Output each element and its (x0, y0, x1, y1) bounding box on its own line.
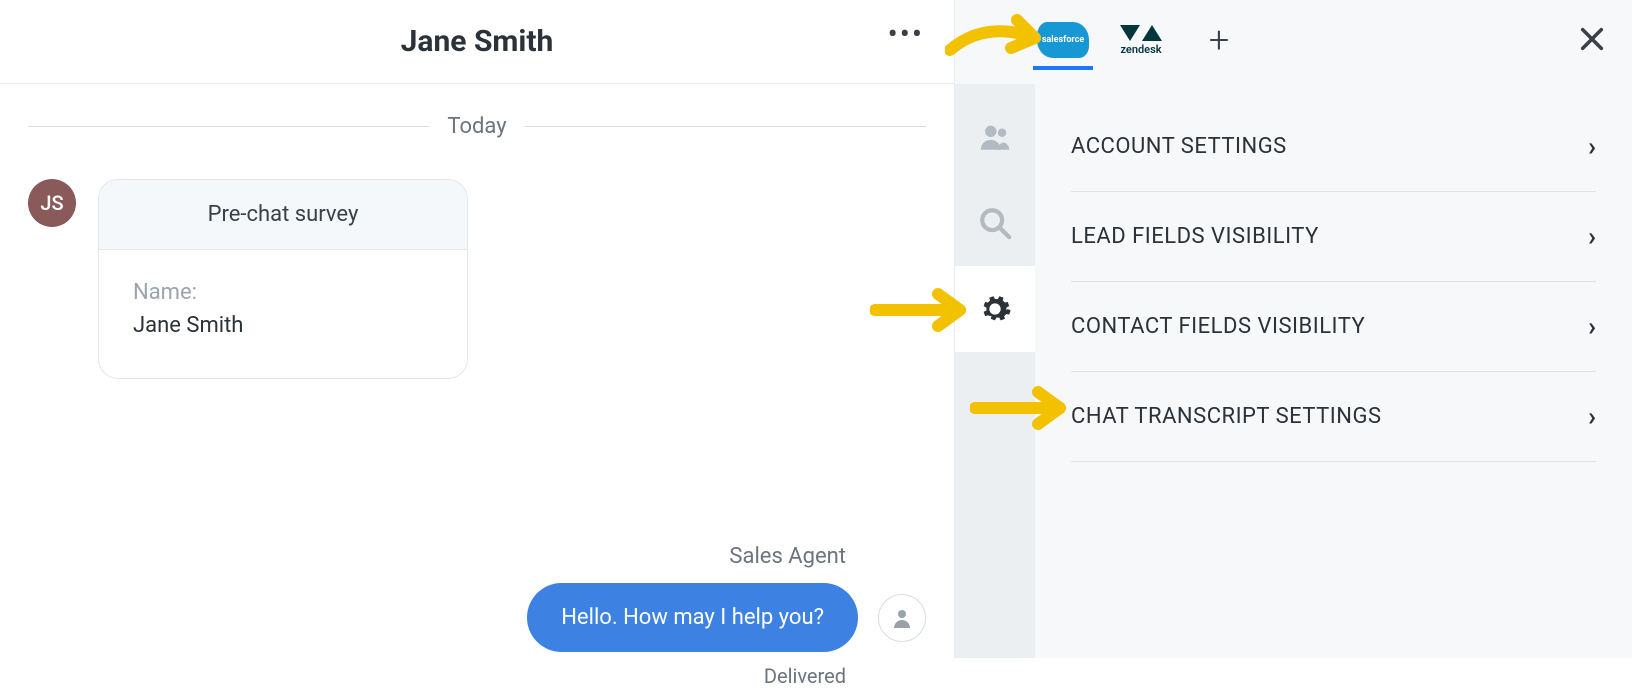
tab-salesforce[interactable]: salesforce (1033, 14, 1093, 70)
chat-body: Today JS Pre-chat survey Name: Jane Smit… (0, 84, 954, 658)
settings-label: ACCOUNT SETTINGS (1071, 134, 1287, 159)
plus-icon: + (1209, 22, 1229, 58)
integration-tabs: salesforce zendesk + (955, 0, 1632, 84)
settings-list: ACCOUNT SETTINGS › LEAD FIELDS VISIBILIT… (1035, 84, 1632, 658)
side-panel: salesforce zendesk + (955, 0, 1632, 658)
tab-add[interactable]: + (1189, 14, 1249, 70)
survey-field-label: Name: (133, 280, 433, 305)
agent-message-row: Hello. How may I help you? (527, 583, 926, 652)
divider-line (525, 126, 926, 127)
gear-icon (978, 292, 1012, 326)
rail-search[interactable] (955, 180, 1035, 266)
tab-zendesk[interactable]: zendesk (1111, 14, 1171, 70)
day-label: Today (447, 114, 506, 139)
zendesk-icon: zendesk (1120, 25, 1162, 56)
side-rail (955, 84, 1035, 658)
settings-label: LEAD FIELDS VISIBILITY (1071, 224, 1319, 249)
settings-row-chat-transcript[interactable]: CHAT TRANSCRIPT SETTINGS › (1071, 372, 1596, 462)
survey-field-value: Jane Smith (133, 313, 433, 338)
agent-message-block: Sales Agent Hello. How may I help you? D… (406, 544, 926, 688)
settings-label: CHAT TRANSCRIPT SETTINGS (1071, 404, 1382, 429)
people-icon (978, 120, 1012, 154)
agent-message-bubble: Hello. How may I help you? (527, 583, 858, 652)
visitor-message-row: JS Pre-chat survey Name: Jane Smith (28, 179, 926, 379)
settings-row-account[interactable]: ACCOUNT SETTINGS › (1071, 102, 1596, 192)
salesforce-label: salesforce (1042, 35, 1084, 45)
more-button[interactable]: ••• (888, 30, 924, 40)
avatar-initials: JS (40, 191, 63, 215)
divider-line (28, 126, 429, 127)
chevron-right-icon: › (1588, 312, 1596, 342)
day-divider: Today (28, 114, 926, 139)
settings-row-contact-fields[interactable]: CONTACT FIELDS VISIBILITY › (1071, 282, 1596, 372)
person-icon (890, 606, 914, 630)
visitor-avatar: JS (28, 179, 76, 227)
message-status: Delivered (764, 664, 846, 688)
survey-body: Name: Jane Smith (99, 250, 467, 378)
agent-avatar (878, 594, 926, 642)
rail-settings[interactable] (955, 266, 1035, 352)
side-main: ACCOUNT SETTINGS › LEAD FIELDS VISIBILIT… (955, 84, 1632, 658)
close-panel-button[interactable] (1578, 22, 1606, 62)
chevron-right-icon: › (1588, 402, 1596, 432)
agent-name: Sales Agent (729, 544, 846, 569)
chat-header: Jane Smith ••• (0, 0, 954, 84)
settings-label: CONTACT FIELDS VISIBILITY (1071, 314, 1365, 339)
search-icon (978, 206, 1012, 240)
chat-title: Jane Smith (401, 24, 554, 59)
survey-heading: Pre-chat survey (99, 180, 467, 250)
rail-customers[interactable] (955, 94, 1035, 180)
settings-row-lead-fields[interactable]: LEAD FIELDS VISIBILITY › (1071, 192, 1596, 282)
chevron-right-icon: › (1588, 132, 1596, 162)
chevron-right-icon: › (1588, 222, 1596, 252)
salesforce-icon: salesforce (1037, 22, 1089, 58)
zendesk-mark (1120, 25, 1162, 41)
close-icon (1578, 25, 1606, 53)
prechat-survey-card: Pre-chat survey Name: Jane Smith (98, 179, 468, 379)
zendesk-label: zendesk (1120, 43, 1161, 56)
chat-column: Jane Smith ••• Today JS Pre-chat survey … (0, 0, 955, 658)
